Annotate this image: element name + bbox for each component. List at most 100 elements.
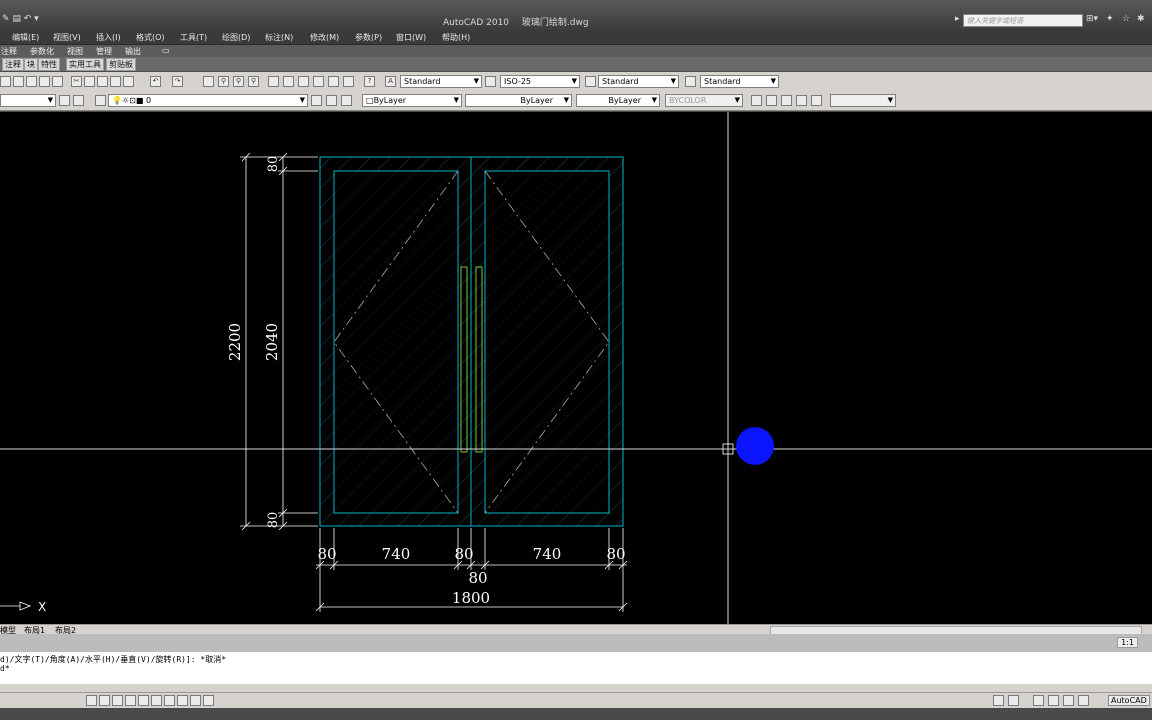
tool-d-icon[interactable] [796,95,807,106]
sheet-set-icon[interactable] [313,76,324,87]
dyn-icon[interactable] [177,695,188,706]
communication-icon[interactable]: ✦ [1106,14,1114,26]
steering-wheel-icon[interactable] [1063,695,1074,706]
drawing-canvas[interactable]: 2200 2040 80 80 80 740 80 740 80 80 1800… [0,112,1152,624]
ortho-icon[interactable] [112,695,123,706]
menu-parametric[interactable]: 参数(P) [355,32,382,43]
panel-clipboard[interactable]: 剪贴板 [106,58,136,71]
zoom-window-icon[interactable]: ⚲ [233,76,244,87]
markup-icon[interactable] [328,76,339,87]
search-arrow-icon[interactable]: ▸ [955,14,960,26]
search-input[interactable]: 键入关键字或短语 [963,14,1083,27]
lineweight-icon[interactable] [190,695,201,706]
workspace-settings-icon[interactable] [59,95,70,106]
menu-edit[interactable]: 编辑(E) [12,32,39,43]
command-line[interactable]: d)/文字(T)/角度(A)/水平(H)/垂直(V)/旋转(R)]: *取消* … [0,652,1152,684]
osnap-icon[interactable] [138,695,149,706]
snap-icon[interactable] [86,695,97,706]
dim-style-icon[interactable] [485,76,496,87]
quick-access-toolbar[interactable]: ✎ ▤ ↶ ▾ [2,14,39,26]
copy-icon[interactable] [84,76,95,87]
layout-icon[interactable] [1008,695,1019,706]
ribbon-tab-output[interactable]: 输出 [125,46,141,57]
preview-icon[interactable] [52,76,63,87]
ducs-icon[interactable] [164,695,175,706]
zoom-realtime-icon[interactable]: ⚲ [218,76,229,87]
panel-utilities[interactable]: 实用工具 [66,58,104,71]
design-center-icon[interactable] [283,76,294,87]
pan-status-icon[interactable] [1033,695,1044,706]
multileader-style-icon[interactable] [685,76,696,87]
tool-b-icon[interactable] [766,95,777,106]
door-right-leaf[interactable] [470,156,624,527]
binoculars-icon[interactable]: ⊞▾ [1086,14,1098,26]
ribbon-tab-annotate[interactable]: 注释 [1,46,17,57]
undo-icon[interactable]: ↶ [150,76,161,87]
make-current-icon[interactable] [311,95,322,106]
quickcalc-icon[interactable] [343,76,354,87]
layer-manager-icon[interactable] [73,95,84,106]
linetype-select[interactable]: ByLayer ▼ [465,94,572,107]
layer-previous-icon[interactable] [326,95,337,106]
menu-help[interactable]: 帮助(H) [442,32,470,43]
pan-icon[interactable] [203,76,214,87]
panel-properties[interactable]: 特性 [38,58,60,71]
zoom-status-icon[interactable] [1048,695,1059,706]
table-style-icon[interactable] [585,76,596,87]
extra-select[interactable]: ▼ [830,94,896,107]
paste-icon[interactable] [97,76,108,87]
menu-dimension[interactable]: 标注(N) [265,32,293,43]
menu-insert[interactable]: 插入(I) [96,32,121,43]
multileader-style-select[interactable]: Standard ▼ [700,75,779,88]
plot-style-select[interactable]: BYCOLOR ▼ [665,94,743,107]
grid-icon[interactable] [99,695,110,706]
help-icon[interactable]: ? [364,76,375,87]
workspace-select[interactable]: ▼ [0,94,56,107]
plot-icon[interactable] [39,76,50,87]
drawing-svg[interactable]: 2200 2040 80 80 80 740 80 740 80 80 1800… [0,112,1152,624]
favorites-icon[interactable]: ☆ [1122,14,1130,26]
menu-draw[interactable]: 绘图(D) [222,32,250,43]
help-icon[interactable]: ✱ [1137,14,1145,26]
menu-format[interactable]: 格式(O) [136,32,165,43]
layer-select[interactable]: 💡☼⊡■ 0 ▼ [108,94,308,107]
zoom-previous-icon[interactable]: ⚲ [248,76,259,87]
ribbon-tab-view[interactable]: 视图 [67,46,83,57]
save-icon[interactable] [26,76,37,87]
layer-state-icon[interactable] [341,95,352,106]
tool-palettes-icon[interactable] [298,76,309,87]
annotation-scale[interactable]: 1:1 [1117,637,1138,648]
table-style-select[interactable]: Standard ▼ [598,75,679,88]
model-icon[interactable] [993,695,1004,706]
ribbon-tab-manage[interactable]: 管理 [96,46,112,57]
properties-icon[interactable] [268,76,279,87]
menu-view[interactable]: 视图(V) [53,32,81,43]
tool-e-icon[interactable] [811,95,822,106]
new-icon[interactable] [0,76,11,87]
ribbon-minimize-icon[interactable]: ▭ [162,46,170,55]
workspace-switch[interactable]: AutoCAD [1108,695,1150,706]
text-style-icon[interactable]: A [385,76,396,87]
color-select[interactable]: □ByLayer ▼ [362,94,462,107]
text-style-select[interactable]: Standard ▼ [400,75,482,88]
match-properties-icon[interactable] [110,76,121,87]
menu-modify[interactable]: 修改(M) [310,32,339,43]
tool-c-icon[interactable] [781,95,792,106]
otrack-icon[interactable] [151,695,162,706]
layer-properties-icon[interactable] [95,95,106,106]
panel-block[interactable]: 块 [24,58,38,71]
dim-style-select[interactable]: ISO-25 ▼ [500,75,580,88]
cut-icon[interactable]: ✂ [71,76,82,87]
block-editor-icon[interactable] [123,76,134,87]
polar-icon[interactable] [125,695,136,706]
showmotion-icon[interactable] [1078,695,1089,706]
tool-a-icon[interactable] [751,95,762,106]
panel-annotate[interactable]: 注释 [2,58,24,71]
ribbon-tab-parametric[interactable]: 参数化 [30,46,54,57]
lineweight-select[interactable]: ByLayer ▼ [576,94,660,107]
menu-tools[interactable]: 工具(T) [180,32,207,43]
quick-properties-icon[interactable] [203,695,214,706]
menu-window[interactable]: 窗口(W) [396,32,426,43]
redo-icon[interactable]: ↷ [172,76,183,87]
open-icon[interactable] [13,76,24,87]
